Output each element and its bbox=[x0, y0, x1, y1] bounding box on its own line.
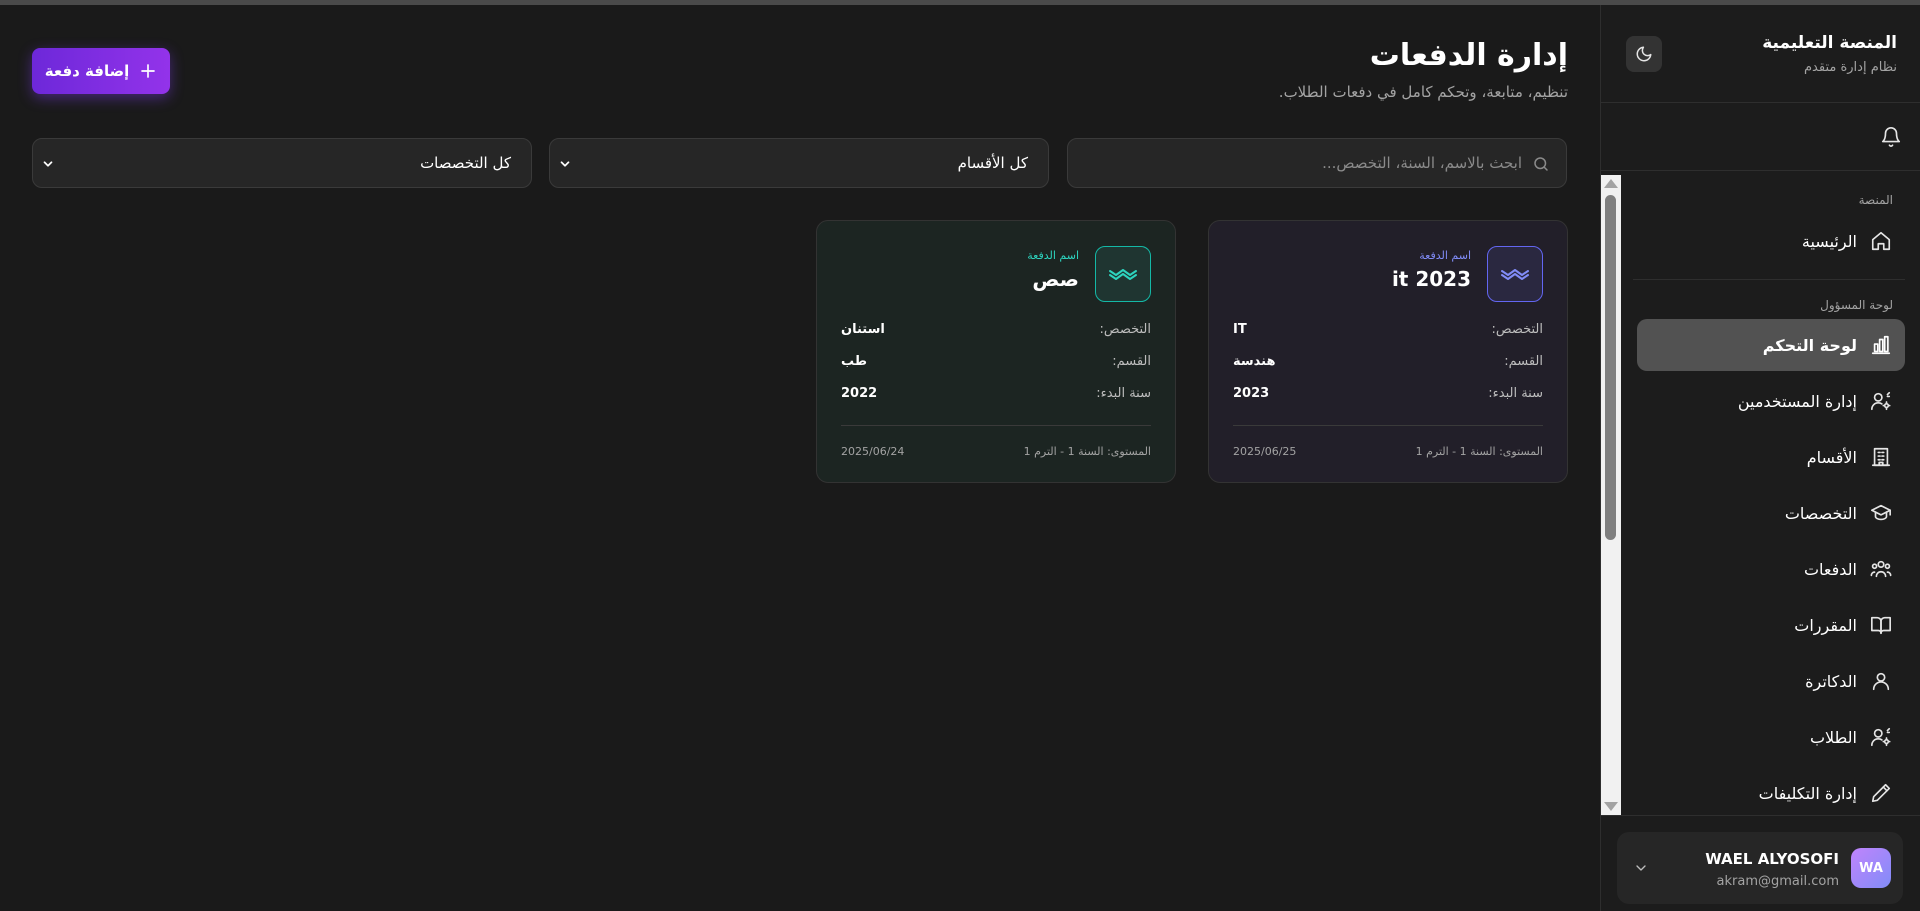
sidebar-scrollbar[interactable] bbox=[1601, 175, 1621, 815]
batch-level: المستوى: السنة 1 - الترم 1 bbox=[1415, 445, 1543, 458]
sidebar-item-home[interactable]: الرئيسية bbox=[1637, 215, 1905, 267]
start-year-label: سنة البدء: bbox=[1096, 386, 1151, 401]
start-year-label: سنة البدء: bbox=[1488, 386, 1543, 401]
sidebar-footer: WA WAEL ALYOSOFI akram@gmail.com bbox=[1601, 815, 1920, 911]
specialization-value: استنان bbox=[841, 322, 885, 337]
batch-name: it 2023 bbox=[1391, 267, 1471, 291]
plus-icon bbox=[141, 64, 156, 78]
building-icon bbox=[1869, 445, 1893, 469]
start-year-value: 2022 bbox=[841, 386, 878, 401]
sidebar-item-label: الطلاب bbox=[1809, 727, 1857, 747]
nav-section-admin: لوحة المسؤول bbox=[1820, 298, 1893, 312]
search-box bbox=[1067, 138, 1567, 188]
start-year-value: 2023 bbox=[1233, 386, 1270, 401]
departments-select-value: كل الأقسام bbox=[957, 154, 1028, 172]
book-open-icon bbox=[1869, 613, 1893, 637]
sidebar-item-label: الرئيسية bbox=[1801, 231, 1857, 251]
sidebar-item-students[interactable]: الطلاب bbox=[1637, 711, 1905, 763]
specializations-select-value: كل التخصصات bbox=[420, 154, 511, 172]
sidebar-item-user-management[interactable]: إدارة المستخدمين bbox=[1637, 375, 1905, 427]
specializations-select[interactable]: كل التخصصات bbox=[32, 138, 532, 188]
notifications-button[interactable] bbox=[1877, 123, 1905, 151]
card-divider bbox=[841, 425, 1151, 426]
sidebar-item-specializations[interactable]: التخصصات bbox=[1637, 487, 1905, 539]
scroll-down-arrow[interactable] bbox=[1604, 802, 1618, 811]
avatar: WA bbox=[1851, 848, 1891, 888]
sidebar: المنصة التعليمية نظام إدارة متقدم المنصة… bbox=[1600, 5, 1920, 911]
chevron-down-icon[interactable] bbox=[1631, 858, 1651, 878]
batch-icon bbox=[1487, 246, 1543, 302]
batch-icon bbox=[1095, 246, 1151, 302]
pencil-icon bbox=[1869, 781, 1893, 805]
nav-section-platform: المنصة bbox=[1858, 193, 1893, 207]
bar-chart-icon bbox=[1869, 333, 1893, 357]
batch-card[interactable]: اسم الدفعة صص التخصص: استنان القسم: طب س… bbox=[816, 220, 1176, 483]
brand-title: المنصة التعليمية bbox=[1762, 33, 1897, 53]
page-subtitle: تنظيم، متابعة، وتحكم كامل في دفعات الطلا… bbox=[1278, 83, 1568, 101]
scrollbar-thumb[interactable] bbox=[1605, 195, 1616, 540]
sidebar-item-label: الدكاترة bbox=[1805, 671, 1857, 691]
add-batch-button-label: إضافة دفعة bbox=[44, 62, 130, 80]
notification-bar bbox=[1601, 103, 1920, 171]
sidebar-item-courses[interactable]: المقررات bbox=[1637, 599, 1905, 651]
sidebar-item-label: الأقسام bbox=[1806, 447, 1857, 467]
sidebar-item-assignments[interactable]: إدارة التكليفات bbox=[1637, 767, 1905, 815]
group-icon bbox=[1869, 557, 1893, 581]
user-icon bbox=[1869, 669, 1893, 693]
scroll-up-arrow[interactable] bbox=[1604, 179, 1618, 188]
bell-icon bbox=[1881, 127, 1901, 147]
sidebar-item-doctors[interactable]: الدكاترة bbox=[1637, 655, 1905, 707]
graduation-cap-icon bbox=[1869, 501, 1893, 525]
specialization-label: التخصص: bbox=[1491, 322, 1543, 337]
department-value: طب bbox=[841, 354, 868, 369]
specialization-label: التخصص: bbox=[1099, 322, 1151, 337]
nav-divider bbox=[1633, 279, 1905, 280]
batch-name: صص bbox=[1032, 267, 1079, 291]
departments-select[interactable]: كل الأقسام bbox=[549, 138, 1049, 188]
add-batch-button[interactable]: إضافة دفعة bbox=[32, 48, 170, 94]
batch-name-caption: اسم الدفعة bbox=[1419, 249, 1471, 262]
user-menu[interactable]: WA WAEL ALYOSOFI akram@gmail.com bbox=[1617, 832, 1903, 904]
sidebar-nav: المنصة الرئيسية لوحة المسؤول لوحة التحكم… bbox=[1601, 175, 1920, 815]
sidebar-item-label: المقررات bbox=[1794, 615, 1857, 635]
card-divider bbox=[1233, 425, 1543, 426]
batch-date: 2025/06/24 bbox=[841, 445, 905, 458]
search-icon bbox=[1534, 157, 1548, 171]
users-gear-icon bbox=[1869, 389, 1893, 413]
sidebar-item-batches[interactable]: الدفعات bbox=[1637, 543, 1905, 595]
home-icon bbox=[1869, 229, 1893, 253]
sidebar-item-label: الدفعات bbox=[1803, 559, 1857, 579]
moon-icon bbox=[1636, 46, 1652, 62]
sidebar-item-label: التخصصات bbox=[1784, 503, 1857, 523]
chevron-down-icon bbox=[43, 161, 53, 167]
user-email: akram@gmail.com bbox=[1716, 874, 1839, 889]
department-label: القسم: bbox=[1112, 354, 1151, 369]
sidebar-item-dashboard[interactable]: لوحة التحكم bbox=[1637, 319, 1905, 371]
department-value: هندسة bbox=[1233, 354, 1276, 369]
batch-name-caption: اسم الدفعة bbox=[1027, 249, 1079, 262]
batch-level: المستوى: السنة 1 - الترم 1 bbox=[1023, 445, 1151, 458]
sidebar-item-label: إدارة المستخدمين bbox=[1737, 391, 1857, 411]
department-label: القسم: bbox=[1504, 354, 1543, 369]
sidebar-item-departments[interactable]: الأقسام bbox=[1637, 431, 1905, 483]
sidebar-header: المنصة التعليمية نظام إدارة متقدم bbox=[1601, 5, 1920, 103]
user-gear-icon bbox=[1869, 725, 1893, 749]
user-name: WAEL ALYOSOFI bbox=[1705, 850, 1839, 868]
theme-toggle-button[interactable] bbox=[1626, 36, 1662, 72]
chevron-down-icon bbox=[560, 161, 570, 167]
search-input[interactable] bbox=[1068, 139, 1566, 187]
batch-date: 2025/06/25 bbox=[1233, 445, 1297, 458]
sidebar-item-label: لوحة التحكم bbox=[1762, 335, 1857, 355]
specialization-value: IT bbox=[1233, 322, 1247, 337]
page-title: إدارة الدفعات bbox=[1369, 38, 1568, 73]
brand-subtitle: نظام إدارة متقدم bbox=[1804, 60, 1897, 75]
batch-card[interactable]: اسم الدفعة it 2023 التخصص: IT القسم: هند… bbox=[1208, 220, 1568, 483]
sidebar-item-label: إدارة التكليفات bbox=[1758, 783, 1857, 803]
